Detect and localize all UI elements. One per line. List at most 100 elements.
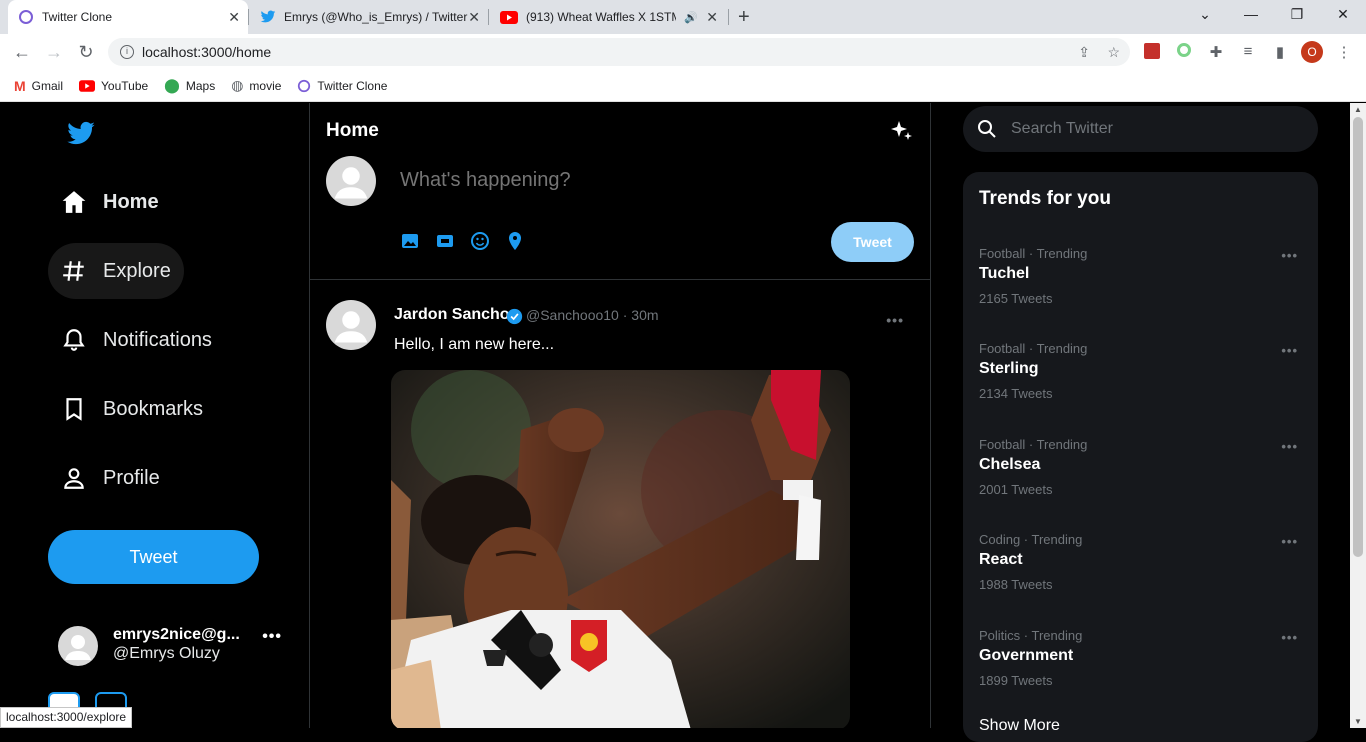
scroll-down-arrow-icon[interactable]: ▼ — [1350, 717, 1366, 726]
bookmark-label: Twitter Clone — [317, 78, 388, 93]
avatar — [326, 156, 376, 206]
composer-tweet-button[interactable]: Tweet — [831, 222, 914, 262]
tab-youtube[interactable]: (913) Wheat Waffles X 1STMA 🔊 ✕ — [490, 0, 726, 34]
bookmark-movie[interactable]: ◍ movie — [231, 77, 281, 94]
trend-category: Football · Trending — [979, 341, 1088, 356]
home-feed: Home Tweet Jardon Sancho @Sanchooo10 · 3… — [310, 103, 931, 728]
menu-dots-icon[interactable]: ⋮ — [1335, 43, 1353, 61]
tab-emrys-twitter[interactable]: Emrys (@Who_is_Emrys) / Twitter ✕ — [250, 0, 488, 34]
close-tab-icon[interactable]: ✕ — [706, 9, 718, 26]
tab-twitter-clone[interactable]: Twitter Clone ✕ — [8, 0, 248, 34]
bookmark-label: movie — [249, 78, 282, 93]
person-icon — [64, 468, 84, 489]
gif-icon[interactable] — [435, 231, 455, 251]
trend-item[interactable]: Coding · Trending React 1988 Tweets ••• — [979, 532, 1302, 612]
nav-label: Explore — [103, 259, 171, 282]
more-dots-icon[interactable]: ••• — [1281, 630, 1298, 645]
nav-label: Home — [103, 190, 159, 213]
avatar — [326, 300, 376, 350]
twitter-logo-icon[interactable] — [66, 121, 96, 152]
more-dots-icon[interactable]: ••• — [1281, 343, 1298, 358]
back-arrow-icon[interactable]: ← — [12, 42, 32, 62]
nav-label: Notifications — [103, 328, 212, 351]
share-icon[interactable]: ⇪ — [1078, 44, 1090, 61]
nav-profile[interactable]: Profile — [48, 450, 173, 506]
browser-tab-strip: Twitter Clone ✕ Emrys (@Who_is_Emrys) / … — [0, 0, 1366, 34]
trend-topic: React — [979, 551, 1023, 568]
close-tab-icon[interactable]: ✕ — [468, 9, 480, 26]
bookmark-twitter-clone[interactable]: Twitter Clone — [297, 79, 387, 93]
info-icon: i — [120, 45, 134, 59]
image-icon[interactable] — [400, 231, 420, 251]
tab-separator — [248, 9, 249, 25]
bookmark-maps[interactable]: ⬤ Maps — [164, 77, 215, 94]
trend-topic: Tuchel — [979, 265, 1030, 282]
more-dots-icon[interactable]: ••• — [1281, 439, 1298, 454]
sparkle-icon[interactable] — [890, 119, 914, 148]
forward-arrow-icon[interactable]: → — [44, 42, 64, 62]
restore-icon[interactable]: ❐ — [1287, 6, 1307, 23]
profile-avatar[interactable]: O — [1301, 41, 1323, 63]
trend-item[interactable]: Football · Trending Sterling 2134 Tweets… — [979, 341, 1302, 421]
nav-label: Profile — [103, 466, 160, 489]
show-more-link[interactable]: Show More — [979, 717, 1060, 735]
media-queue-icon[interactable]: ≡ — [1239, 43, 1257, 60]
trend-count: 1988 Tweets — [979, 577, 1053, 592]
account-name: emrys2nice@g... — [113, 626, 240, 643]
compose-input[interactable] — [400, 169, 900, 192]
scroll-up-arrow-icon[interactable]: ▲ — [1350, 105, 1366, 114]
trend-category: Football · Trending — [979, 246, 1088, 261]
verified-badge-icon — [506, 308, 523, 330]
trends-panel: Trends for you Football · Trending Tuche… — [963, 172, 1318, 742]
extension-red-icon[interactable] — [1143, 43, 1161, 63]
speaker-icon: 🔊 — [684, 11, 698, 24]
url-text: localhost:3000/home — [142, 44, 272, 60]
account-handle: @Emrys Oluzy — [113, 645, 220, 662]
side-panel-icon[interactable]: ▮ — [1271, 43, 1289, 61]
page-scrollbar[interactable]: ▲ ▼ — [1350, 103, 1366, 728]
avatar — [58, 626, 98, 666]
reload-icon[interactable]: ↻ — [76, 42, 96, 62]
search-box[interactable]: Search Twitter — [963, 106, 1318, 152]
trend-topic: Chelsea — [979, 456, 1041, 473]
extensions-puzzle-icon[interactable]: ✚ — [1207, 43, 1225, 61]
bookmark-youtube[interactable]: YouTube — [79, 79, 148, 93]
more-dots-icon[interactable]: ••• — [1281, 248, 1298, 263]
close-tab-icon[interactable]: ✕ — [228, 9, 240, 26]
bookmark-gmail[interactable]: M Gmail — [14, 78, 63, 94]
more-dots-icon[interactable]: ••• — [1281, 534, 1298, 549]
location-pin-icon[interactable] — [505, 231, 525, 251]
nav-bookmarks[interactable]: Bookmarks — [48, 381, 216, 437]
window-close-icon[interactable]: ✕ — [1333, 6, 1353, 23]
twitter-clone-favicon — [298, 79, 311, 92]
gmail-icon: M — [14, 77, 26, 94]
sidebar-tweet-button[interactable]: Tweet — [48, 530, 259, 584]
account-switcher[interactable]: emrys2nice@g... @Emrys Oluzy ••• — [58, 624, 288, 666]
trend-item[interactable]: Football · Trending Tuchel 2165 Tweets •… — [979, 246, 1302, 326]
minimize-icon[interactable]: — — [1241, 6, 1261, 22]
tweet-post[interactable]: Jardon Sancho @Sanchooo10 · 30m ••• Hell… — [310, 280, 930, 728]
author-name[interactable]: Jardon Sancho — [394, 306, 510, 324]
new-tab-button[interactable]: + — [738, 6, 750, 29]
nav-explore[interactable]: Explore — [48, 243, 184, 299]
more-dots-icon[interactable]: ••• — [262, 628, 282, 646]
extension-green-icon[interactable] — [1175, 43, 1193, 61]
nav-notifications[interactable]: Notifications — [48, 312, 225, 368]
tab-search-icon[interactable]: ⌄ — [1195, 6, 1215, 23]
tab-title: Emrys (@Who_is_Emrys) / Twitter — [284, 10, 468, 24]
youtube-icon — [79, 79, 96, 92]
more-dots-icon[interactable]: ••• — [886, 312, 904, 328]
tab-title: (913) Wheat Waffles X 1STMA — [526, 10, 676, 24]
nav-home[interactable]: Home — [48, 174, 172, 230]
tweet-photo[interactable] — [391, 370, 850, 728]
trend-item[interactable]: Football · Trending Chelsea 2001 Tweets … — [979, 437, 1302, 517]
maps-pin-icon: ⬤ — [164, 77, 180, 93]
tab-title: Twitter Clone — [42, 10, 113, 24]
search-placeholder: Search Twitter — [1011, 120, 1113, 137]
left-sidebar: Home Explore Notifications Bookmarks Pro… — [0, 103, 310, 728]
emoji-icon[interactable] — [470, 231, 490, 251]
scrollbar-thumb[interactable] — [1353, 117, 1363, 557]
trend-item[interactable]: Politics · Trending Government 1899 Twee… — [979, 628, 1302, 708]
address-bar[interactable]: i localhost:3000/home ⇪ ☆ — [108, 38, 1130, 66]
star-icon[interactable]: ☆ — [1107, 44, 1120, 61]
